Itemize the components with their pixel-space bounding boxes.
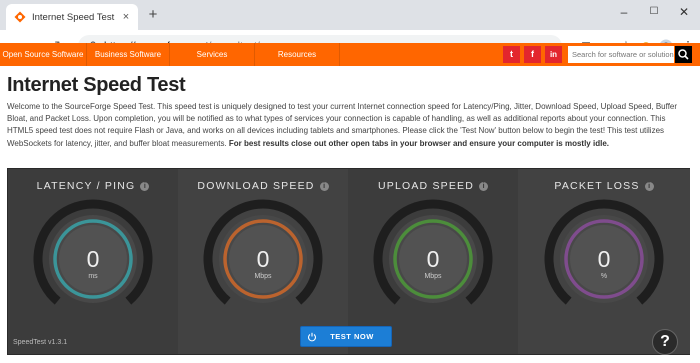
gauge-value: 0 — [256, 246, 270, 272]
gauge-title: DOWNLOAD SPEED i — [178, 180, 348, 192]
search-icon — [678, 49, 689, 60]
gauge-value: 0 — [426, 246, 440, 272]
nav-divider — [339, 43, 340, 66]
gauge-title: UPLOAD SPEED i — [348, 180, 518, 192]
close-window-icon[interactable]: ✕ — [670, 3, 698, 21]
site-nav: Open Source Software Business Software S… — [0, 43, 700, 66]
gauge-unit: Mbps — [424, 273, 442, 280]
gauge-title-text: PACKET LOSS — [554, 180, 640, 192]
gauge-unit: % — [600, 273, 608, 280]
minimize-icon[interactable]: – — [610, 3, 638, 21]
info-icon[interactable]: i — [479, 182, 489, 191]
gauge-unit: ms — [88, 273, 98, 280]
gauge-title: PACKET LOSS i — [518, 180, 690, 192]
gauge-latency: LATENCY / PING i 0 ms — [8, 169, 178, 354]
test-now-label: TEST NOW — [330, 332, 374, 341]
nav-services[interactable]: Services — [170, 43, 254, 66]
sourceforge-favicon-icon — [14, 11, 26, 23]
facebook-icon[interactable]: f — [524, 46, 541, 63]
gauge-value: 0 — [86, 246, 100, 272]
browser-tab[interactable]: Internet Speed Test - HTML5 Sp × — [6, 4, 138, 30]
nav-resources[interactable]: Resources — [255, 43, 339, 66]
intro-paragraph: Welcome to the SourceForge Speed Test. T… — [7, 101, 691, 150]
nav-business-software[interactable]: Business Software — [87, 43, 169, 66]
linkedin-icon[interactable]: in — [545, 46, 562, 63]
twitter-icon[interactable]: t — [503, 46, 520, 63]
tab-title: Internet Speed Test - HTML5 Sp — [32, 11, 116, 23]
gauge-title: LATENCY / PING i — [8, 180, 178, 192]
info-icon[interactable]: i — [140, 182, 150, 191]
gauge-packet-loss: PACKET LOSS i 0% — [518, 169, 690, 354]
speedtest-panel: LATENCY / PING i 0 ms DOWNLOAD SPEED i 0 Mbps UP… — [7, 168, 690, 355]
search-button[interactable] — [675, 46, 692, 63]
page-content: Internet Speed Test Welcome to the Sourc… — [0, 66, 700, 363]
page-title: Internet Speed Test — [7, 74, 186, 96]
test-now-button[interactable]: TEST NOW — [300, 326, 392, 347]
intro-bold-text: For best results close out other open ta… — [228, 138, 609, 148]
version-label: SpeedTest v1.3.1 — [13, 339, 68, 346]
tab-strip: Internet Speed Test - HTML5 Sp × + – ☐ ✕ — [0, 0, 700, 30]
help-button[interactable]: ? — [652, 329, 678, 355]
site-search-input[interactable] — [568, 46, 674, 63]
gauge-value: 0 — [597, 246, 611, 272]
maximize-icon[interactable]: ☐ — [640, 3, 668, 21]
tab-close-icon[interactable]: × — [120, 11, 132, 23]
info-icon[interactable]: i — [644, 182, 654, 191]
info-icon[interactable]: i — [319, 182, 329, 191]
nav-open-source-software[interactable]: Open Source Software — [0, 43, 86, 66]
gauge-title-text: UPLOAD SPEED — [377, 180, 475, 192]
new-tab-icon[interactable]: + — [145, 7, 161, 23]
gauge-title-text: LATENCY / PING — [36, 180, 136, 192]
gauge-unit: Mbps — [254, 273, 272, 280]
gauge-title-text: DOWNLOAD SPEED — [197, 180, 315, 192]
